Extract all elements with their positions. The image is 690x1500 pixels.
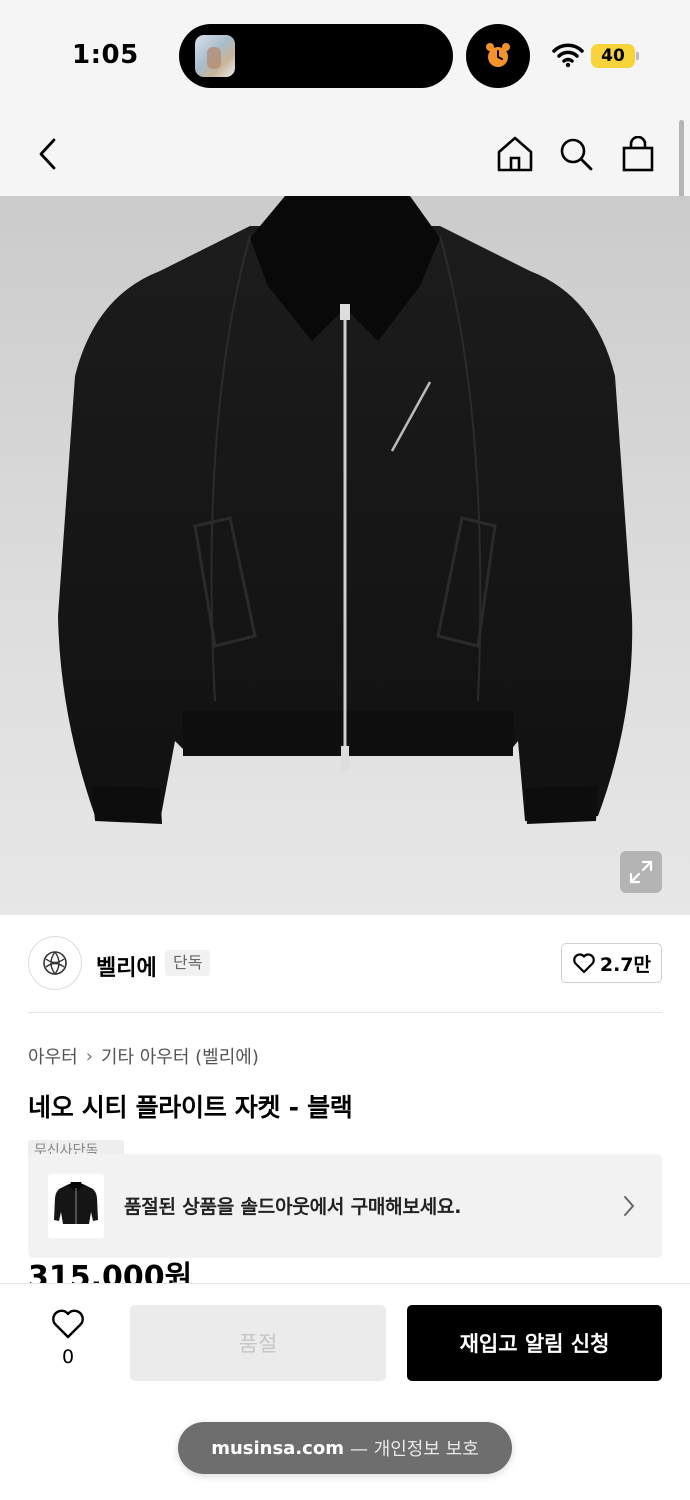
alarm-clock-icon[interactable] — [466, 24, 530, 88]
brand-like-button[interactable]: 2.7만 — [560, 943, 662, 983]
wifi-icon — [552, 43, 584, 68]
divider — [28, 1012, 662, 1013]
wishlist-count: 0 — [61, 1346, 75, 1368]
url-bar[interactable]: musinsa.com — 개인정보 보호 — [178, 1422, 512, 1474]
now-playing-thumbnail[interactable] — [195, 35, 235, 77]
home-icon — [497, 136, 533, 172]
brand-logo[interactable] — [28, 936, 82, 990]
heart-icon — [52, 1309, 84, 1339]
brand-row: 벨리에 단독 2.7만 — [28, 936, 662, 992]
like-count: 2.7만 — [599, 953, 651, 976]
expand-icon — [629, 860, 653, 884]
product-image[interactable] — [0, 196, 690, 915]
privacy-note: — 개인정보 보호 — [349, 1439, 479, 1460]
chevron-right-icon — [624, 1196, 635, 1216]
expand-image-button[interactable] — [620, 851, 662, 893]
top-nav — [0, 112, 690, 196]
jacket-illustration — [58, 196, 633, 824]
search-icon — [560, 138, 593, 171]
product-price: 315,000원 — [28, 1260, 193, 1284]
product-title: 네오 시티 플라이트 자켓 - 블랙 — [28, 1093, 353, 1122]
breadcrumb-item-other-outer[interactable]: 기타 아우터 (벨리에) — [101, 1043, 259, 1069]
chevron-right-icon: › — [85, 1045, 93, 1067]
chevron-left-icon — [39, 138, 56, 170]
soldout-banner[interactable]: 품절된 상품을 솔드아웃에서 구매해보세요. — [28, 1154, 662, 1258]
cart-button[interactable] — [614, 130, 662, 178]
dynamic-island[interactable] — [179, 24, 453, 88]
heart-icon — [573, 953, 595, 974]
home-button[interactable] — [491, 130, 539, 178]
search-button[interactable] — [552, 130, 600, 178]
url-domain: musinsa.com — [211, 1437, 344, 1459]
battery-indicator: 40 — [591, 44, 639, 68]
soldout-banner-text: 품절된 상품을 솔드아웃에서 구매해보세요. — [124, 1196, 462, 1218]
wishlist-button[interactable]: 0 — [40, 1308, 96, 1378]
breadcrumb: 아우터 › 기타 아우터 (벨리에) — [28, 1043, 259, 1069]
brand-name[interactable]: 벨리에 — [96, 950, 157, 982]
breadcrumb-item-outer[interactable]: 아우터 — [28, 1043, 78, 1069]
exclusive-badge: 단독 — [165, 950, 211, 976]
soldout-button: 품절 — [130, 1305, 386, 1381]
status-bar: 1:05 40 — [0, 0, 690, 112]
shopping-bag-icon — [622, 136, 654, 172]
back-button[interactable] — [24, 130, 72, 178]
status-time: 1:05 — [72, 40, 139, 70]
soldout-product-thumbnail — [48, 1174, 104, 1238]
brand-logo-icon — [43, 951, 67, 976]
restock-alert-button[interactable]: 재입고 알림 신청 — [407, 1305, 662, 1381]
